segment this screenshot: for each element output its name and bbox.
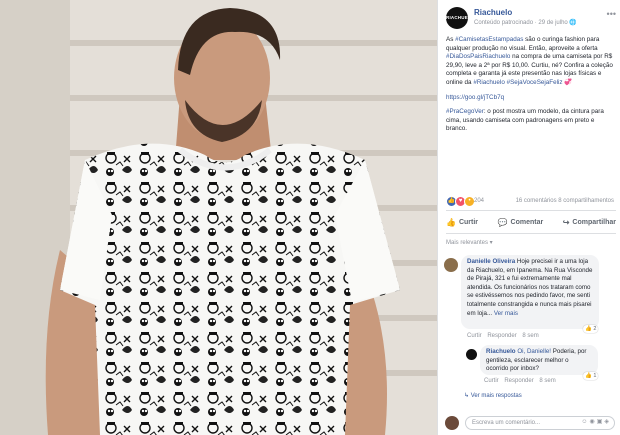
hashtag-link[interactable]: #SejaVoceSejaFeliz [507,79,563,86]
camera-icon[interactable]: ◉ [589,419,596,425]
hashtag-link[interactable]: #Riachuelo [473,79,505,86]
post-header: RIACHUELO Riachuelo Conteúdo patrocinado… [446,7,616,29]
post-actions: 👍 Curtir 💬 Comentar ↪ Compartilhar [446,215,616,230]
sticker-icon[interactable]: ◈ [604,419,611,425]
short-link[interactable]: https://goo.gl/jTCb7q [446,94,504,101]
reply-reaction-badge[interactable]: 👍 1 [583,372,599,380]
reply-bubble: Riachuelo Oi, Danielle! Poderia, por gen… [480,345,598,375]
comment-bubble: Danielle Oliveira Hoje precisei ir a uma… [461,255,599,329]
comment-button[interactable]: 💬 Comentar [498,215,544,230]
reply-mention[interactable]: Oi, Danielle! [517,348,551,355]
comment-sort-dropdown[interactable]: Mais relevantes ▾ [446,239,493,246]
speech-bubble-icon: 💬 [497,218,508,227]
reply-author[interactable]: Riachuelo [486,348,516,355]
model-photo-illustration [0,0,437,435]
post-text: As #CamisetasEstampadas são o curinga fa… [446,36,616,140]
comment-reaction-badge[interactable]: 👍 2 [583,325,599,333]
comment-label: Comentar [510,219,544,226]
globe-icon: 🌐 [569,20,577,26]
hashtag-link[interactable]: #CamisetasEstampadas [455,36,523,43]
hashtag-link[interactable]: #DiaDosPaisRiachuelo [446,53,510,60]
reply-reply-link[interactable]: Responder [504,378,533,384]
avatar[interactable] [444,258,458,272]
reply-time[interactable]: 8 sem [539,378,555,384]
reply-like-link[interactable]: Curtir [484,378,499,384]
avatar[interactable] [445,416,459,430]
reaction-count[interactable]: 204 [474,198,484,204]
comment-actions: Curtir Responder 8 sem [467,333,543,339]
comment-input-icons: ☺◉▣◈ [581,418,611,425]
post-date[interactable]: 29 de julho [538,20,567,26]
like-reaction-icon: 👍 [585,373,592,379]
like-reaction-icon: 👍 [585,326,592,332]
comment-text: Hoje precisei ir a uma loja da Riachuelo… [467,258,593,317]
reactions-row: 👍 ♥ • 204 16 comentários 8 compartilhament… [446,196,616,208]
share-label: Compartilhar [572,219,616,226]
avatar[interactable] [466,349,477,360]
divider [446,210,616,211]
reply-actions: Curtir Responder 8 sem [484,378,560,384]
reaction-icons[interactable]: 👍 ♥ • [446,196,475,207]
post-body-text: 💞 [562,78,573,86]
post-meta: Conteúdo patrocinado · 29 de julho 🌐 [474,19,577,26]
hashtag-pracegover[interactable]: #PraCegoVer [446,108,484,115]
shares-count[interactable]: 8 compartilhamentos [558,198,614,204]
like-button[interactable]: 👍 Curtir [446,215,478,230]
badge-count: 2 [593,326,597,332]
comment-author[interactable]: Danielle Oliveira [467,258,515,265]
badge-count: 1 [593,373,597,379]
comment-like-link[interactable]: Curtir [467,333,482,339]
see-more-link[interactable]: Ver mais [494,310,518,317]
comment-reply-link[interactable]: Responder [487,333,516,339]
more-options-icon[interactable]: ••• [607,9,616,19]
thumbs-up-icon: 👍 [446,218,456,227]
reply-arrow-icon: ↳ [464,393,471,399]
share-arrow-icon: ↪ [562,218,570,227]
post-paragraph-3: #PraCegoVer: o post mostra um modelo, da… [446,108,616,134]
post-paragraph-2: https://goo.gl/jTCb7q [446,94,616,103]
like-label: Curtir [458,219,479,226]
sponsored-label[interactable]: Conteúdo patrocinado [474,20,533,26]
more-replies-label: Ver mais respostas [470,393,522,399]
share-button[interactable]: ↪ Compartilhar [563,215,616,230]
post-photo[interactable] [0,0,437,435]
page-logo[interactable]: RIACHUELO [446,7,474,29]
comment-time[interactable]: 8 sem [522,333,538,339]
divider [446,233,616,234]
comments-count[interactable]: 16 comentários [516,198,557,204]
more-replies-link[interactable]: ↳ Ver mais respostas [464,392,522,399]
post-paragraph-1: As #CamisetasEstampadas são o curinga fa… [446,36,616,88]
post-body-text: As [446,36,456,43]
write-comment-bar: Escreva um comentário... ☺◉▣◈ [445,415,615,431]
counts: 16 comentários 8 compartilhamentos [516,198,614,204]
page-name-link[interactable]: Riachuelo [474,8,512,17]
